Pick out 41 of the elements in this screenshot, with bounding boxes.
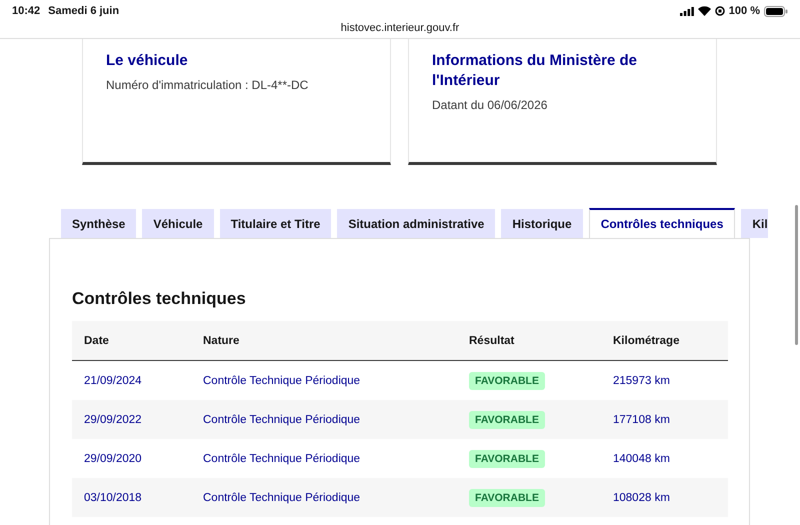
scrollbar-thumb[interactable] bbox=[795, 205, 798, 345]
url-text[interactable]: histovec.interieur.gouv.fr bbox=[340, 22, 460, 34]
wifi-icon bbox=[698, 6, 711, 16]
result-badge: FAVORABLE bbox=[469, 410, 545, 428]
nature-link[interactable]: Contrôle Technique Périodique bbox=[191, 400, 457, 439]
column-header: Résultat bbox=[457, 321, 601, 360]
mileage-link[interactable]: 140048 km bbox=[601, 439, 728, 478]
date-link[interactable]: 21/09/2024 bbox=[72, 360, 191, 400]
mileage-link[interactable]: 215973 km bbox=[601, 360, 728, 400]
tab[interactable]: Situation administrative bbox=[337, 209, 496, 238]
tab[interactable]: Synthèse bbox=[61, 209, 136, 238]
card-text: Numéro d'immatriculation : DL-4**-DC bbox=[106, 77, 310, 94]
card-text: Datant du 06/06/2026 bbox=[432, 97, 548, 114]
tab[interactable]: Véhicule bbox=[142, 209, 214, 238]
tab[interactable]: Contrôles techniques bbox=[588, 208, 736, 238]
mileage-link[interactable]: 177108 km bbox=[601, 400, 728, 439]
section-title: Contrôles techniques bbox=[72, 289, 247, 309]
tab[interactable]: Kil bbox=[741, 209, 768, 238]
tab[interactable]: Historique bbox=[501, 209, 583, 238]
clock-time: 10:42 bbox=[12, 5, 40, 17]
nature-link[interactable]: Contrôle Technique Périodique bbox=[191, 360, 457, 400]
column-header: Kilométrage bbox=[601, 321, 728, 360]
card-title[interactable]: Le véhicule bbox=[106, 51, 374, 71]
status-date: Samedi 6 juin bbox=[48, 5, 120, 17]
date-link[interactable]: 03/10/2018 bbox=[72, 478, 191, 517]
column-header: Nature bbox=[191, 321, 457, 360]
date-link[interactable]: 29/09/2022 bbox=[72, 400, 191, 439]
result-badge: FAVORABLE bbox=[469, 450, 545, 468]
column-header: Date bbox=[72, 321, 191, 360]
battery-percentage: 100 % bbox=[728, 5, 760, 17]
result-badge: FAVORABLE bbox=[469, 488, 545, 506]
mileage-link[interactable]: 108028 km bbox=[601, 478, 728, 517]
battery-icon bbox=[764, 6, 788, 16]
result-badge: FAVORABLE bbox=[469, 372, 545, 390]
card-title[interactable]: Informations du Ministère de l'Intérieur bbox=[432, 51, 700, 91]
tab[interactable]: Titulaire et Titre bbox=[220, 209, 332, 238]
signal-icon bbox=[680, 6, 694, 16]
nature-link[interactable]: Contrôle Technique Périodique bbox=[191, 478, 457, 517]
nature-link[interactable]: Contrôle Technique Périodique bbox=[191, 439, 457, 478]
date-link[interactable]: 29/09/2020 bbox=[72, 439, 191, 478]
orientation-lock-icon bbox=[714, 6, 725, 16]
